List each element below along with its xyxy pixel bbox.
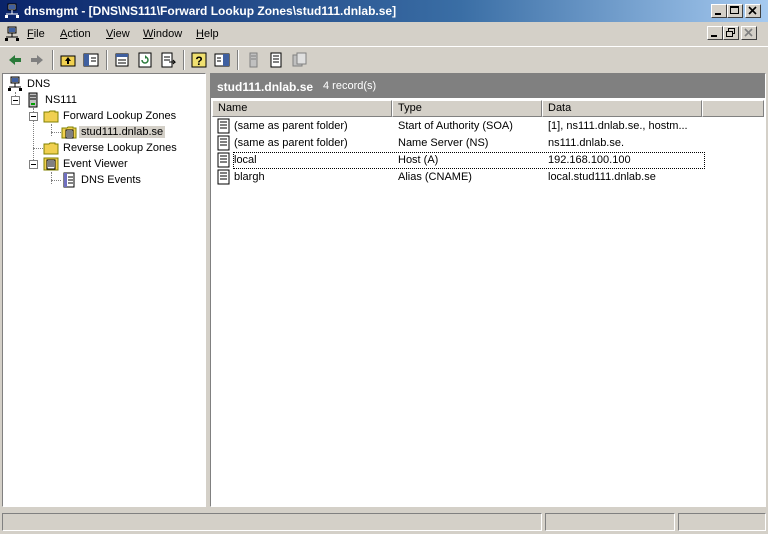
tree-label-dns-events: DNS Events <box>81 174 141 186</box>
status-panel-main <box>2 513 542 531</box>
tree-line <box>51 132 61 134</box>
focus-rectangle <box>233 152 705 169</box>
mmc-window: dnsmgmt - [DNS\NS111\Forward Lookup Zone… <box>0 0 768 534</box>
tree-label-event-viewer: Event Viewer <box>63 158 128 170</box>
dns-icon <box>8 76 22 91</box>
console-tree[interactable]: DNS NS111 Forward Lookup Zones stud111.d… <box>2 73 206 507</box>
new-record-icon[interactable] <box>267 51 285 69</box>
window-title: dnsmgmt - [DNS\NS111\Forward Lookup Zone… <box>24 4 397 18</box>
dns-app-icon <box>5 3 19 18</box>
export-list-icon[interactable] <box>159 51 177 69</box>
record-icon <box>217 118 230 134</box>
restore-icon <box>726 28 735 37</box>
minimize-button[interactable] <box>711 4 727 18</box>
help-icon[interactable]: ? <box>190 51 208 69</box>
collapse-ns111-icon[interactable] <box>11 96 20 105</box>
toolbar-separator <box>52 50 54 70</box>
status-bar <box>0 510 768 534</box>
close-icon <box>744 28 753 37</box>
child-close-button[interactable] <box>741 26 757 40</box>
tree-label-dns: DNS <box>27 78 51 90</box>
child-restore-button[interactable] <box>723 26 739 40</box>
record-data: 192.168.100.100 <box>548 154 631 166</box>
tree-label-reverse-lookup-zones: Reverse Lookup Zones <box>63 142 177 154</box>
record-type: Name Server (NS) <box>398 137 489 149</box>
result-pane-header: stud111.dnlab.se 4 record(s) <box>211 74 765 98</box>
minimize-icon <box>715 13 721 15</box>
folder-icon <box>43 110 59 123</box>
record-icon <box>217 152 230 168</box>
show-hide-tree-icon[interactable] <box>82 51 100 69</box>
maximize-icon <box>730 6 739 14</box>
record-type: Host (A) <box>398 154 439 166</box>
column-header-filler <box>702 100 764 117</box>
record-data: ns111.dnlab.se. <box>548 137 625 149</box>
record-name: (same as parent folder) <box>234 137 348 149</box>
menu-bar: File Action View Window Help <box>0 22 768 46</box>
close-icon <box>748 6 757 15</box>
tree-label-zone-stud111: stud111.dnlab.se <box>79 126 166 138</box>
up-folder-icon[interactable] <box>59 51 77 69</box>
forward-arrow-icon[interactable] <box>28 51 46 69</box>
menu-help[interactable]: Help <box>196 28 219 40</box>
record-type: Start of Authority (SOA) <box>398 120 513 132</box>
toolbar: ? <box>0 46 768 72</box>
folder-icon <box>43 142 59 155</box>
collapse-event-viewer-icon[interactable] <box>29 160 38 169</box>
result-pane[interactable]: stud111.dnlab.se 4 record(s) Name Type D… <box>210 73 766 507</box>
tree-line <box>33 148 43 150</box>
toolbar-separator <box>183 50 185 70</box>
record-name: blargh <box>234 171 265 183</box>
record-name: local <box>234 154 257 166</box>
tree-line <box>51 172 53 184</box>
server-icon <box>28 92 38 108</box>
back-arrow-icon[interactable] <box>6 51 24 69</box>
record-row[interactable]: blargh Alias (CNAME) local.stud111.dnlab… <box>215 169 765 186</box>
result-pane-title: stud111.dnlab.se <box>217 80 314 94</box>
record-data: [1], ns111.dnlab.se., hostm... <box>548 120 688 132</box>
properties-icon[interactable] <box>113 51 131 69</box>
event-viewer-icon <box>43 157 59 171</box>
record-row[interactable]: (same as parent folder) Start of Authori… <box>215 118 765 135</box>
refresh-icon[interactable] <box>136 51 154 69</box>
menu-action[interactable]: Action <box>60 28 91 40</box>
toolbar-separator <box>237 50 239 70</box>
toolbar-separator <box>106 50 108 70</box>
status-panel-3 <box>678 513 766 531</box>
title-bar[interactable]: dnsmgmt - [DNS\NS111\Forward Lookup Zone… <box>0 0 768 22</box>
record-data: local.stud111.dnlab.se <box>548 171 656 183</box>
svg-text:?: ? <box>195 54 202 68</box>
server-icon[interactable] <box>244 51 262 69</box>
action-pane-icon[interactable] <box>213 51 231 69</box>
close-button[interactable] <box>745 4 761 18</box>
tree-label-forward-lookup-zones: Forward Lookup Zones <box>63 110 177 122</box>
minimize-icon <box>711 35 717 37</box>
new-domain-icon[interactable] <box>290 51 308 69</box>
record-row[interactable]: (same as parent folder) Name Server (NS)… <box>215 135 765 152</box>
column-header-type[interactable]: Type <box>392 100 542 117</box>
menu-view[interactable]: View <box>106 28 130 40</box>
menu-window[interactable]: Window <box>143 28 182 40</box>
mdi-child-dns-icon[interactable] <box>4 26 20 42</box>
column-header-name[interactable]: Name <box>212 100 392 117</box>
tree-line <box>51 124 53 136</box>
zone-icon <box>61 126 77 139</box>
tree-label-ns111: NS111 <box>45 94 78 106</box>
record-type: Alias (CNAME) <box>398 171 472 183</box>
maximize-button[interactable] <box>727 4 743 18</box>
menu-file[interactable]: File <box>27 28 45 40</box>
child-minimize-button[interactable] <box>707 26 723 40</box>
tree-line <box>51 180 61 182</box>
column-header-data[interactable]: Data <box>542 100 702 117</box>
record-icon <box>217 169 230 185</box>
record-name: (same as parent folder) <box>234 120 348 132</box>
record-row-focused[interactable]: local Host (A) 192.168.100.100 <box>215 152 765 169</box>
record-count: 4 record(s) <box>323 80 377 92</box>
collapse-forward-zones-icon[interactable] <box>29 112 38 121</box>
event-log-icon <box>63 172 75 188</box>
record-icon <box>217 135 230 151</box>
status-panel-2 <box>545 513 675 531</box>
